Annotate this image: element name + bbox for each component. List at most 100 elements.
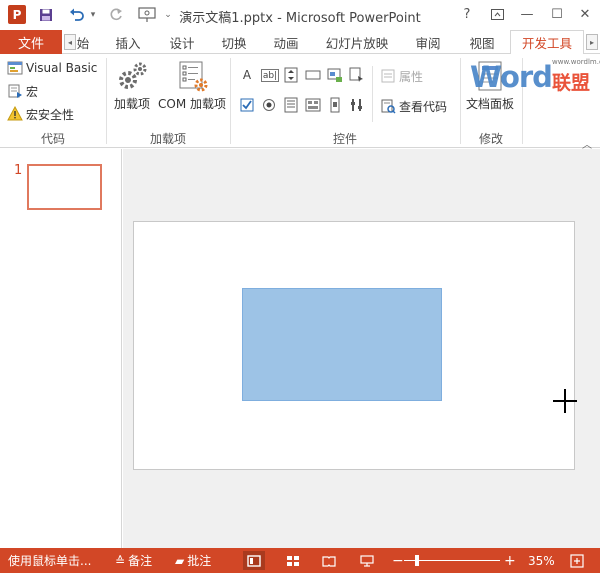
notes-label: 备注	[128, 554, 153, 568]
rectangle-shape[interactable]	[242, 288, 442, 401]
fit-to-window-button[interactable]	[566, 551, 588, 570]
reading-view-icon	[322, 555, 336, 567]
command-button-control[interactable]	[305, 67, 321, 83]
tab-animations[interactable]: 动画	[264, 30, 308, 54]
view-code-label: 查看代码	[399, 99, 448, 114]
more-controls-button[interactable]	[349, 67, 365, 83]
com-addins-icon	[179, 61, 208, 92]
macro-security-label: 宏安全性	[26, 107, 75, 122]
slide-editor	[123, 149, 600, 548]
reading-view-button[interactable]	[318, 551, 340, 570]
slide-sorter-view-button[interactable]	[282, 551, 304, 570]
slideshow-view-button[interactable]	[356, 551, 378, 570]
view-code-button[interactable]: 查看代码	[380, 96, 447, 116]
scrollbar-icon	[330, 97, 340, 113]
more-controls-icon	[349, 67, 363, 82]
com-addins-button[interactable]: COM 加载项	[156, 60, 228, 112]
tab-design[interactable]: 设计	[160, 30, 204, 54]
tab-transitions[interactable]: 切换	[212, 30, 256, 54]
minimize-button[interactable]: —	[516, 3, 538, 25]
tab-home[interactable]: 始	[74, 30, 92, 54]
radio-icon	[263, 99, 275, 111]
ribbon-tabs: 文件 ◂ 始 插入 设计 切换 动画 幻灯片放映 审阅 视图 开发工具 ▸	[0, 30, 600, 55]
comments-icon: ▰	[175, 553, 185, 568]
ribbon-display-icon	[490, 8, 504, 20]
slideshow-view-icon	[360, 554, 374, 567]
properties-button[interactable]: 属性	[380, 66, 423, 86]
properties-icon	[380, 68, 396, 84]
ribbon-display-options-button[interactable]	[486, 3, 508, 25]
watermark-cn: 联盟	[552, 72, 591, 94]
group-label-controls: 控件	[332, 132, 357, 146]
frame-control[interactable]	[305, 97, 321, 113]
help-button[interactable]: ?	[456, 3, 478, 25]
addins-label: 加载项	[113, 97, 150, 111]
notes-icon: ≙	[115, 553, 126, 568]
view-code-icon	[380, 98, 396, 114]
document-title: 演示文稿1.pptx - Microsoft PowerPoint	[179, 11, 421, 26]
maximize-button[interactable]: ☐	[546, 3, 568, 25]
zoom-slider-thumb[interactable]	[415, 555, 420, 566]
tab-developer[interactable]: 开发工具	[510, 30, 584, 55]
normal-view-icon	[247, 554, 261, 567]
tab-file[interactable]: 文件	[0, 30, 62, 54]
scrollbar-control[interactable]	[327, 97, 343, 113]
warning-icon	[7, 106, 23, 122]
image-control[interactable]	[327, 67, 343, 83]
notes-button[interactable]: ≙ 备注	[115, 548, 152, 573]
ribbon-developer: Visual Basic 宏 宏安全性 代码 加载项 COM 加载项 加载项 A…	[0, 54, 600, 151]
listbox-control[interactable]	[283, 97, 299, 113]
gear-icon	[119, 62, 147, 89]
label-control-button[interactable]: A	[239, 67, 255, 83]
macros-button[interactable]: 宏	[7, 81, 38, 101]
group-label-addins: 加载项	[149, 132, 186, 146]
properties-label: 属性	[399, 69, 424, 84]
fit-window-icon	[570, 553, 584, 568]
close-button[interactable]: ✕	[574, 3, 596, 25]
visual-basic-icon	[7, 60, 23, 76]
tab-slideshow[interactable]: 幻灯片放映	[320, 30, 394, 54]
watermark-word: Word	[470, 60, 553, 94]
title-bar: P ▾ ⌄ 演示文稿1.pptx - Microsoft PowerPoint …	[0, 0, 600, 30]
visual-basic-button[interactable]: Visual Basic	[7, 58, 97, 78]
watermark-url: www.wordlm.com	[552, 58, 600, 66]
addins-button[interactable]: 加载项	[112, 60, 152, 112]
controls-inner-separator	[372, 66, 373, 122]
comments-label: 批注	[187, 554, 212, 568]
zoom-level[interactable]: 35%	[528, 548, 555, 573]
tab-view[interactable]: 视图	[460, 30, 504, 54]
zoom-in-button[interactable]: +	[504, 548, 516, 573]
slide-thumbnail-pane: 1	[0, 149, 122, 548]
visual-basic-label: Visual Basic	[26, 61, 98, 75]
watermark-logo: Word 联盟 www.wordlm.com	[470, 58, 600, 104]
image-control-icon	[327, 68, 342, 82]
normal-view-button[interactable]	[243, 551, 265, 570]
command-button-icon	[305, 70, 321, 80]
slide-number: 1	[14, 163, 23, 178]
option-button-control[interactable]	[261, 97, 277, 113]
toggle-button-control[interactable]	[349, 97, 365, 113]
zoom-out-button[interactable]: −	[392, 548, 404, 573]
listbox-icon	[284, 97, 298, 113]
tab-scroll-right-icon[interactable]: ▸	[586, 34, 598, 50]
spin-button-icon	[284, 67, 298, 83]
comments-button[interactable]: ▰ 批注	[175, 548, 211, 573]
slide-thumbnail[interactable]	[27, 164, 102, 210]
tab-insert[interactable]: 插入	[106, 30, 150, 54]
macros-icon	[7, 83, 23, 99]
group-label-modify: 修改	[478, 132, 503, 146]
status-hint: 使用鼠标单击...	[8, 554, 92, 568]
crosshair-cursor-icon	[564, 389, 566, 413]
spin-button-control[interactable]	[283, 67, 299, 83]
frame-icon	[305, 98, 321, 112]
status-bar: 使用鼠标单击... ≙ 备注 ▰ 批注 − + 35%	[0, 548, 600, 573]
macros-label: 宏	[26, 84, 39, 99]
checkbox-icon	[240, 98, 254, 112]
textbox-control-button[interactable]: ab|	[261, 69, 279, 82]
slide-sorter-icon	[287, 555, 299, 566]
tab-review[interactable]: 审阅	[406, 30, 450, 54]
checkbox-control[interactable]	[239, 97, 255, 113]
slide-canvas[interactable]	[133, 221, 575, 470]
toggle-icon	[351, 99, 362, 111]
macro-security-button[interactable]: 宏安全性	[7, 104, 74, 124]
